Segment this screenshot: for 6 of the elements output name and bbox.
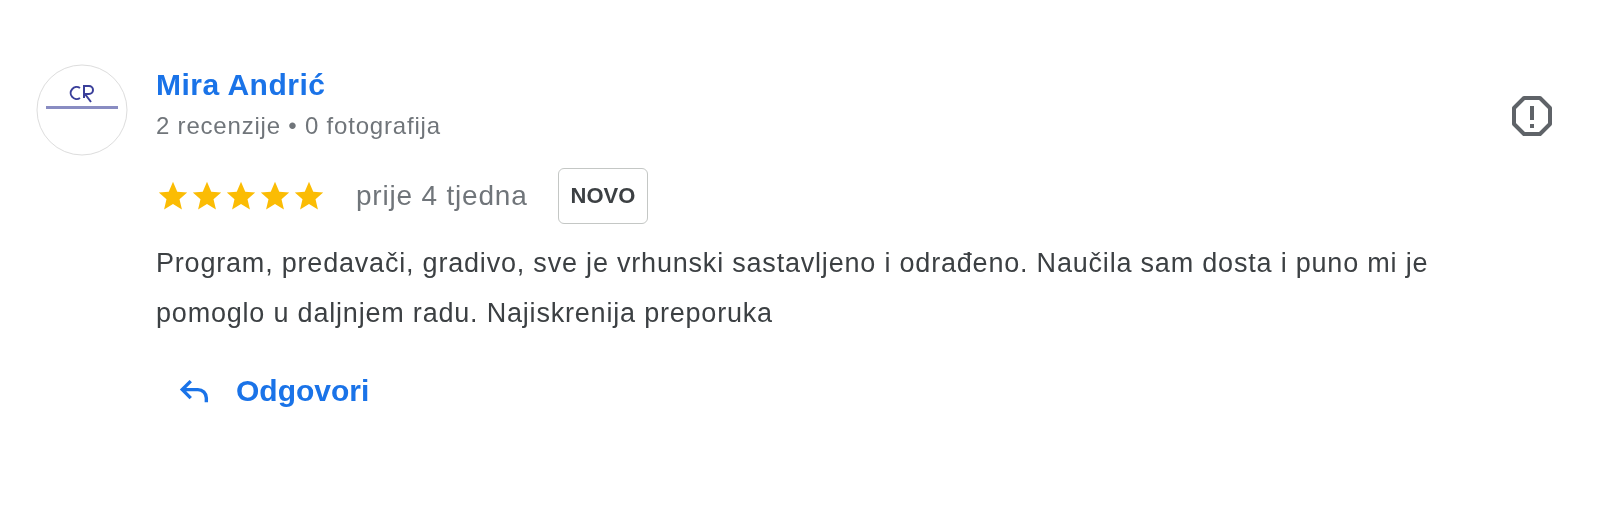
review-text: Program, predavači, gradivo, sve je vrhunski sastavljeno i odrađeno. Naučila sam dosta i puno mi je pomoglo u daljnjem radu. Najiskrenija preporuka xyxy=(156,247,1430,330)
reply-button[interactable]: Odgovori xyxy=(168,368,380,414)
reviewer-meta: 2 recenzije • 0 fotografija xyxy=(156,112,441,140)
review-time: prije 4 tjedna xyxy=(356,180,528,212)
reviewer-name[interactable]: Mira Andrić xyxy=(156,68,441,102)
new-badge: NOVO xyxy=(557,168,649,224)
